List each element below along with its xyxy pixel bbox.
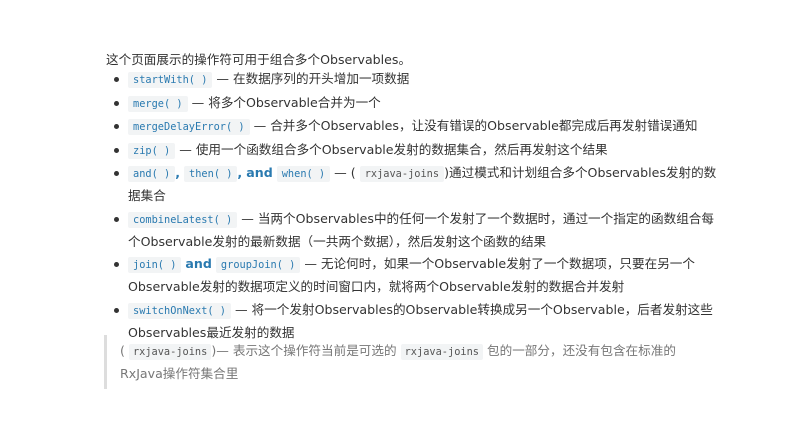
operator-code: and( ) — [128, 166, 176, 182]
separator-comma: , — [237, 165, 243, 180]
and-keyword: and — [246, 165, 273, 180]
list-item: mergeDelayError( ) — 合并多个Observables，让没有… — [108, 115, 718, 138]
bullet-icon — [114, 171, 119, 176]
operator-code: then( ) — [184, 166, 238, 182]
bullet-icon — [114, 100, 119, 106]
operator-description: — 合并多个Observables，让没有错误的Observable都完成后再发… — [253, 118, 698, 133]
operator-code: switchOnNext( ) — [128, 302, 231, 319]
note-blockquote: ( rxjava-joins)— 表示这个操作符当前是可选的 rxjava-jo… — [104, 335, 710, 389]
operator-code: mergeDelayError( ) — [128, 119, 250, 135]
operator-code: zip( ) — [128, 142, 176, 159]
operator-description: — 使用一个函数组合多个Observable发射的数据集合，然后再发射这个结果 — [179, 141, 608, 157]
operator-description: — 在数据序列的开头增加一项数据 — [216, 71, 410, 86]
note-text: )— 表示这个操作符当前是可选的 — [211, 343, 397, 358]
note-code: rxjava-joins — [128, 344, 212, 360]
note-code: rxjava-joins — [400, 344, 483, 360]
bullet-icon — [114, 77, 119, 82]
intro-text: 这个页面展示的操作符可用于组合多个Observables。 — [106, 51, 412, 67]
operator-code: startWith( ) — [128, 72, 213, 88]
operator-description: — 无论何时，如果一个Observable发射了一个数据项，只要在另一个Obse… — [128, 256, 695, 294]
bullet-icon — [114, 216, 119, 222]
separator-comma: , — [175, 165, 180, 180]
operator-description: — 将多个Observable合并为一个 — [191, 94, 381, 110]
bullet-icon — [114, 147, 119, 153]
operator-code: merge( ) — [128, 95, 188, 112]
operator-description-prefix: — ( — [334, 165, 356, 180]
list-item: zip( ) — 使用一个函数组合多个Observable发射的数据集合，然后再… — [108, 139, 718, 162]
list-item: merge( ) — 将多个Observable合并为一个 — [108, 92, 718, 115]
list-item: startWith( ) — 在数据序列的开头增加一项数据 — [108, 68, 718, 91]
bullet-icon — [114, 124, 119, 129]
list-item: combineLatest( ) — 当两个Observables中的任何一个发… — [108, 208, 718, 253]
operator-code: join( ) — [128, 257, 182, 273]
and-keyword: and — [185, 256, 212, 271]
operator-list: startWith( ) — 在数据序列的开头增加一项数据 merge( ) —… — [108, 68, 718, 344]
inline-code: rxjava-joins — [359, 166, 445, 182]
bullet-icon — [114, 307, 119, 313]
list-item: and( ), then( ), and when( ) — ( rxjava-… — [108, 162, 718, 207]
list-item: join( ) and groupJoin( ) — 无论何时，如果一个Obse… — [108, 253, 718, 298]
operator-code: when( ) — [276, 166, 331, 182]
page: 这个页面展示的操作符可用于组合多个Observables。 startWith(… — [0, 0, 800, 422]
note-open-paren: ( — [120, 343, 125, 358]
operator-code: groupJoin( ) — [215, 257, 301, 273]
operator-code: combineLatest( ) — [128, 211, 238, 228]
bullet-icon — [114, 262, 119, 267]
